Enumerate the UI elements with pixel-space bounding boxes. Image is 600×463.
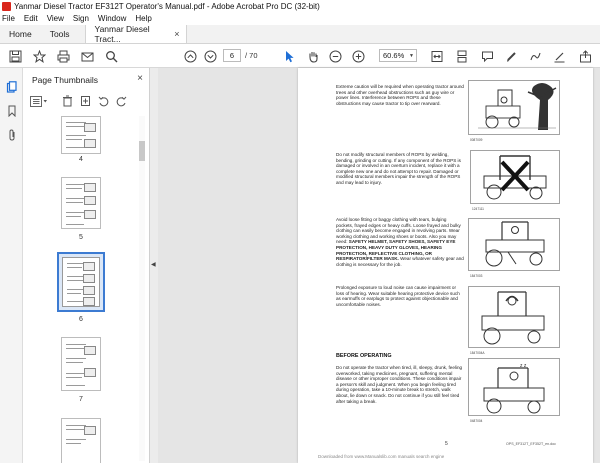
page-number-input[interactable]: 6 bbox=[223, 49, 241, 62]
section-heading: BEFORE OPERATING bbox=[336, 353, 392, 359]
insert-page-icon[interactable] bbox=[78, 94, 92, 108]
tab-tools[interactable]: Tools bbox=[41, 25, 79, 43]
footer-filename: OPS_EF312T_EF352T_en.doc bbox=[506, 442, 556, 446]
zoom-level-select[interactable]: 60.6% ▼ bbox=[379, 49, 417, 62]
tab-home[interactable]: Home bbox=[0, 25, 41, 43]
close-panel-icon[interactable]: × bbox=[137, 73, 143, 84]
thumbnail-label: 7 bbox=[79, 396, 83, 403]
print-icon[interactable] bbox=[55, 48, 71, 64]
bookmark-icon[interactable] bbox=[5, 104, 18, 117]
delete-page-icon[interactable] bbox=[60, 94, 74, 108]
thumbnail-toolbar bbox=[29, 94, 144, 108]
page-total: / 70 bbox=[245, 51, 258, 60]
thumbnail-page-6-selected[interactable] bbox=[57, 252, 105, 312]
paragraph-rops-modification: Do not modify structural members of ROPS… bbox=[336, 152, 461, 185]
thumbnail-scrollbar[interactable] bbox=[139, 116, 145, 461]
pdf-page: Extreme caution will be required when op… bbox=[298, 68, 593, 463]
title-bar: Yanmar Diesel Tractor EF312T Operator's … bbox=[0, 0, 600, 12]
thumbnail-page-7[interactable] bbox=[61, 337, 101, 391]
email-icon[interactable] bbox=[79, 48, 95, 64]
menu-help[interactable]: Help bbox=[135, 14, 151, 23]
acrobat-icon bbox=[2, 1, 11, 11]
hand-tool-icon[interactable] bbox=[305, 48, 321, 64]
highlight-pen-icon[interactable] bbox=[503, 48, 519, 64]
fit-page-icon[interactable] bbox=[428, 48, 446, 64]
main-toolbar: 6 / 70 60.6% ▼ bbox=[0, 44, 600, 68]
tab-document[interactable]: Yanmar Diesel Tract... × bbox=[84, 24, 187, 44]
thumbnail-page-5[interactable] bbox=[61, 177, 101, 229]
menu-edit[interactable]: Edit bbox=[24, 14, 38, 23]
panel-title: Page Thumbnails bbox=[32, 75, 98, 85]
thumbnail-label: 6 bbox=[79, 316, 83, 323]
bookmark-star-icon[interactable] bbox=[31, 48, 47, 64]
chevron-down-icon: ▼ bbox=[409, 53, 414, 59]
left-navigation-rail bbox=[0, 68, 23, 463]
zoom-value: 60.6% bbox=[383, 51, 405, 60]
collapse-left-icon[interactable]: ◀ bbox=[151, 261, 156, 268]
share-icon[interactable] bbox=[577, 48, 593, 64]
svg-text:z z: z z bbox=[520, 363, 527, 369]
rotate-left-icon[interactable] bbox=[96, 94, 110, 108]
rotate-right-icon[interactable] bbox=[114, 94, 128, 108]
figure-caption: 1247111 bbox=[472, 207, 484, 211]
watermark-text: Downloaded from www.Manualslib.com manua… bbox=[318, 454, 445, 459]
figure-caption: 1847003 bbox=[470, 274, 483, 278]
options-menu-icon[interactable] bbox=[29, 94, 49, 108]
close-tab-icon[interactable]: × bbox=[174, 29, 179, 39]
thumbnail-page-8[interactable] bbox=[61, 418, 101, 463]
operator-clothing-illustration bbox=[468, 218, 560, 271]
rops-modification-illustration bbox=[470, 150, 560, 204]
comment-icon[interactable] bbox=[479, 48, 495, 64]
paragraph-overhead-obstructions: Extreme caution will be required when op… bbox=[336, 84, 464, 106]
next-page-icon[interactable] bbox=[202, 48, 218, 64]
tired-operator-illustration: z z bbox=[468, 358, 560, 416]
thumbnail-label: 5 bbox=[79, 234, 83, 241]
menu-bar: File Edit View Sign Window Help bbox=[0, 12, 600, 25]
menu-view[interactable]: View bbox=[47, 14, 64, 23]
document-view[interactable]: Extreme caution will be required when op… bbox=[158, 68, 600, 463]
figure-caption: 1847004A bbox=[470, 351, 485, 355]
tab-document-label: Yanmar Diesel Tract... bbox=[94, 24, 150, 44]
thumbnail-page-4[interactable] bbox=[61, 116, 101, 154]
save-icon[interactable] bbox=[7, 48, 23, 64]
page-thumbnails-panel: Page Thumbnails × 4 5 6 7 bbox=[23, 68, 150, 463]
hearing-protection-illustration bbox=[468, 286, 560, 348]
zoom-out-icon[interactable] bbox=[327, 48, 343, 64]
search-icon[interactable] bbox=[103, 48, 119, 64]
window-title: Yanmar Diesel Tractor EF312T Operator's … bbox=[14, 1, 320, 11]
figure-caption: 0087009 bbox=[470, 138, 483, 142]
tractor-tree-illustration bbox=[468, 80, 560, 135]
scroll-mode-icon[interactable] bbox=[453, 48, 471, 64]
attachment-paperclip-icon[interactable] bbox=[5, 128, 18, 141]
draw-icon[interactable] bbox=[527, 48, 543, 64]
menu-window[interactable]: Window bbox=[98, 14, 126, 23]
page-thumbnails-icon[interactable] bbox=[5, 80, 18, 93]
thumbnail-label: 4 bbox=[79, 156, 83, 163]
select-cursor-icon[interactable] bbox=[282, 48, 296, 64]
scrollbar-thumb[interactable] bbox=[139, 141, 145, 161]
figure-caption: 0487004 bbox=[470, 419, 483, 423]
paragraph-before-operating: Do not operate the tractor when tired, i… bbox=[336, 365, 463, 404]
panel-collapse-strip[interactable]: ◀ bbox=[150, 68, 158, 463]
previous-page-icon[interactable] bbox=[182, 48, 198, 64]
tab-bar: Home Tools Yanmar Diesel Tract... × bbox=[0, 24, 600, 44]
page-number: 5 bbox=[445, 441, 448, 447]
sign-icon[interactable] bbox=[551, 48, 567, 64]
paragraph-clothing: Avoid loose fitting or baggy clothing wi… bbox=[336, 217, 464, 267]
menu-file[interactable]: File bbox=[2, 14, 15, 23]
menu-sign[interactable]: Sign bbox=[73, 14, 89, 23]
zoom-in-icon[interactable] bbox=[350, 48, 366, 64]
paragraph-hearing: Prolonged exposure to loud noise can cau… bbox=[336, 285, 460, 307]
